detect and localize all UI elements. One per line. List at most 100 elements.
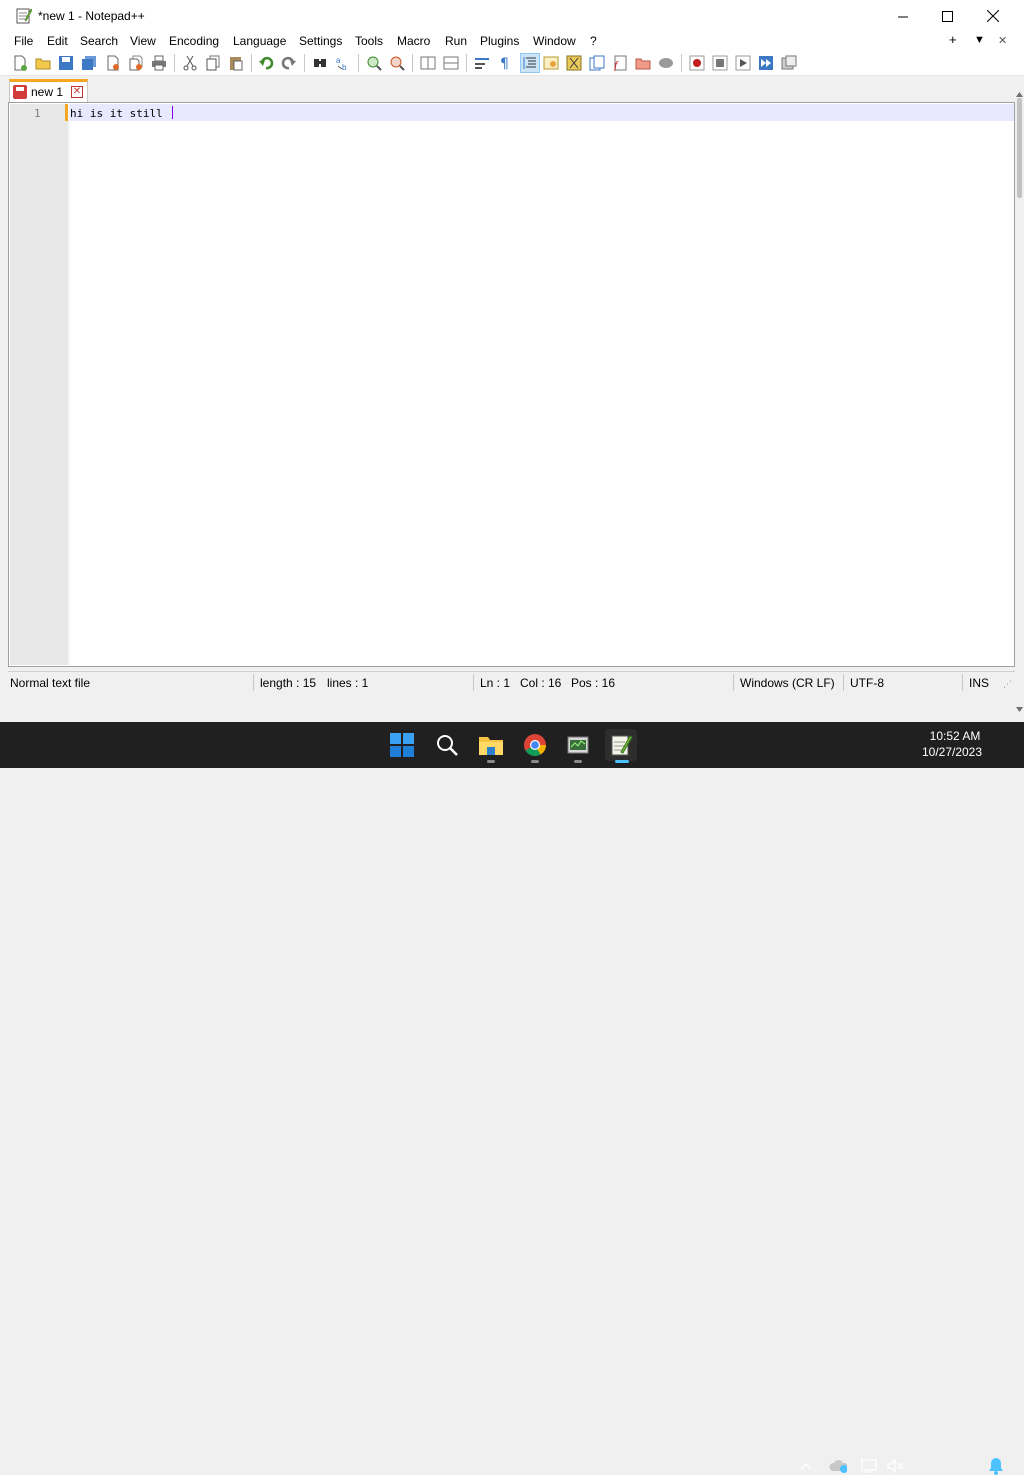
zoom-in-button[interactable]: [364, 53, 384, 73]
tab-close-icon[interactable]: ✕: [71, 86, 83, 98]
start-button[interactable]: [386, 729, 418, 761]
menu-window[interactable]: Window: [533, 34, 576, 48]
onedrive-status-icon: [829, 1460, 847, 1473]
running-indicator: [615, 760, 629, 763]
close-window-button[interactable]: [970, 0, 1016, 32]
network-tray-button[interactable]: [861, 1457, 879, 1475]
save-button[interactable]: [56, 53, 76, 73]
document-map-button[interactable]: [564, 53, 584, 73]
editor-line-text: hi is it still: [70, 107, 170, 120]
new-file-button[interactable]: [10, 53, 30, 73]
save-macro-button[interactable]: [779, 53, 799, 73]
taskbar-file-explorer[interactable]: [475, 729, 507, 763]
stop-macro-button[interactable]: [710, 53, 730, 73]
volume-tray-button[interactable]: [887, 1457, 905, 1475]
folder-as-workspace-button[interactable]: f: [610, 53, 630, 73]
function-list-button[interactable]: [587, 53, 607, 73]
print-button[interactable]: [149, 53, 169, 73]
status-encoding[interactable]: UTF-8: [850, 676, 884, 690]
show-all-characters-button[interactable]: ¶: [495, 53, 515, 73]
zoom-out-button[interactable]: [387, 53, 407, 73]
document-list-button[interactable]: [633, 53, 653, 73]
indent-guide-button[interactable]: [520, 53, 540, 73]
editor-content[interactable]: hi is it still: [70, 106, 174, 120]
menu-macro[interactable]: Macro: [397, 34, 430, 48]
close-icon: [107, 55, 119, 71]
menu-help[interactable]: ?: [590, 34, 597, 48]
menu-plugins[interactable]: Plugins: [480, 34, 519, 48]
sync-horizontal-button[interactable]: [441, 53, 461, 73]
minimize-button[interactable]: [880, 0, 926, 32]
tab-list-dropdown-button[interactable]: ▼: [974, 34, 985, 46]
status-insert-mode[interactable]: INS: [969, 676, 989, 690]
menu-search[interactable]: Search: [80, 34, 118, 48]
show-all-characters-icon: ¶: [500, 56, 509, 71]
redo-button[interactable]: [279, 53, 299, 73]
menu-bar: File Edit Search View Encoding Language …: [0, 32, 1024, 50]
cut-button[interactable]: [180, 53, 200, 73]
menu-settings[interactable]: Settings: [299, 34, 342, 48]
record-macro-button[interactable]: [687, 53, 707, 73]
replace-button[interactable]: ab: [333, 53, 353, 73]
close-button[interactable]: [103, 53, 123, 73]
redo-icon: [281, 56, 296, 70]
copy-button[interactable]: [203, 53, 223, 73]
menu-tools[interactable]: Tools: [355, 34, 383, 48]
tab-strip: new 1 ✕: [0, 76, 1024, 103]
clock-date[interactable]: 10/27/2023: [915, 745, 989, 759]
new-tab-button[interactable]: +: [949, 32, 957, 47]
run-macro-multiple-icon: [759, 56, 773, 70]
run-macro-multiple-button[interactable]: [756, 53, 776, 73]
taskbar-notepadpp[interactable]: [605, 729, 637, 763]
paste-button[interactable]: [226, 53, 246, 73]
save-icon: [59, 56, 73, 70]
menu-language[interactable]: Language: [233, 34, 286, 48]
find-button[interactable]: [310, 53, 330, 73]
text-caret: [172, 106, 174, 119]
notepadpp-icon: [611, 735, 633, 756]
tab-new-1[interactable]: new 1 ✕: [9, 79, 88, 103]
save-all-button[interactable]: [79, 53, 99, 73]
text-editor[interactable]: 1 hi is it still: [8, 102, 1015, 667]
taskbar-chrome[interactable]: [519, 729, 551, 763]
scrollbar-thumb[interactable]: [1017, 98, 1022, 198]
menu-view[interactable]: View: [130, 34, 156, 48]
clock-time[interactable]: 10:52 AM: [925, 729, 985, 743]
sync-vertical-button[interactable]: [418, 53, 438, 73]
open-file-button[interactable]: [33, 53, 53, 73]
word-wrap-button[interactable]: [472, 53, 492, 73]
windows-taskbar: [0, 722, 1024, 1475]
close-document-button[interactable]: ✕: [998, 34, 1007, 47]
show-hidden-icons-button[interactable]: [797, 1457, 815, 1475]
cut-icon: [183, 55, 197, 71]
play-macro-button[interactable]: [733, 53, 753, 73]
status-eol-format[interactable]: Windows (CR LF): [740, 676, 835, 690]
menu-file[interactable]: File: [14, 34, 33, 48]
status-line: Ln : 1: [480, 676, 511, 690]
current-line-highlight: [70, 104, 1014, 121]
menu-edit[interactable]: Edit: [47, 34, 68, 48]
word-wrap-icon: [475, 58, 489, 69]
chrome-icon: [524, 734, 546, 756]
menu-run[interactable]: Run: [445, 34, 467, 48]
svg-text:¶: ¶: [500, 56, 509, 71]
onedrive-tray-button[interactable]: [829, 1457, 847, 1475]
scroll-up-arrow-icon[interactable]: [1016, 92, 1023, 97]
record-macro-icon: [689, 55, 705, 71]
taskbar-task-manager[interactable]: [562, 729, 594, 763]
scroll-down-arrow-icon[interactable]: [1016, 707, 1023, 712]
notifications-button[interactable]: [987, 1457, 1005, 1475]
title-bar[interactable]: *new 1 - Notepad++: [0, 0, 1024, 32]
line-number-gutter: 1: [10, 104, 68, 665]
monitoring-button[interactable]: [656, 53, 676, 73]
close-all-button[interactable]: [126, 53, 146, 73]
status-lines: lines : 1: [327, 676, 369, 690]
resize-grip-icon[interactable]: ⋰: [1003, 679, 1012, 690]
menu-encoding[interactable]: Encoding: [169, 34, 219, 48]
taskbar-search-button[interactable]: [431, 729, 463, 761]
vertical-scrollbar[interactable]: [1015, 92, 1024, 718]
undo-button[interactable]: [256, 53, 276, 73]
user-language-button[interactable]: [541, 53, 561, 73]
maximize-button[interactable]: [924, 0, 970, 32]
stop-macro-icon: [712, 55, 728, 71]
